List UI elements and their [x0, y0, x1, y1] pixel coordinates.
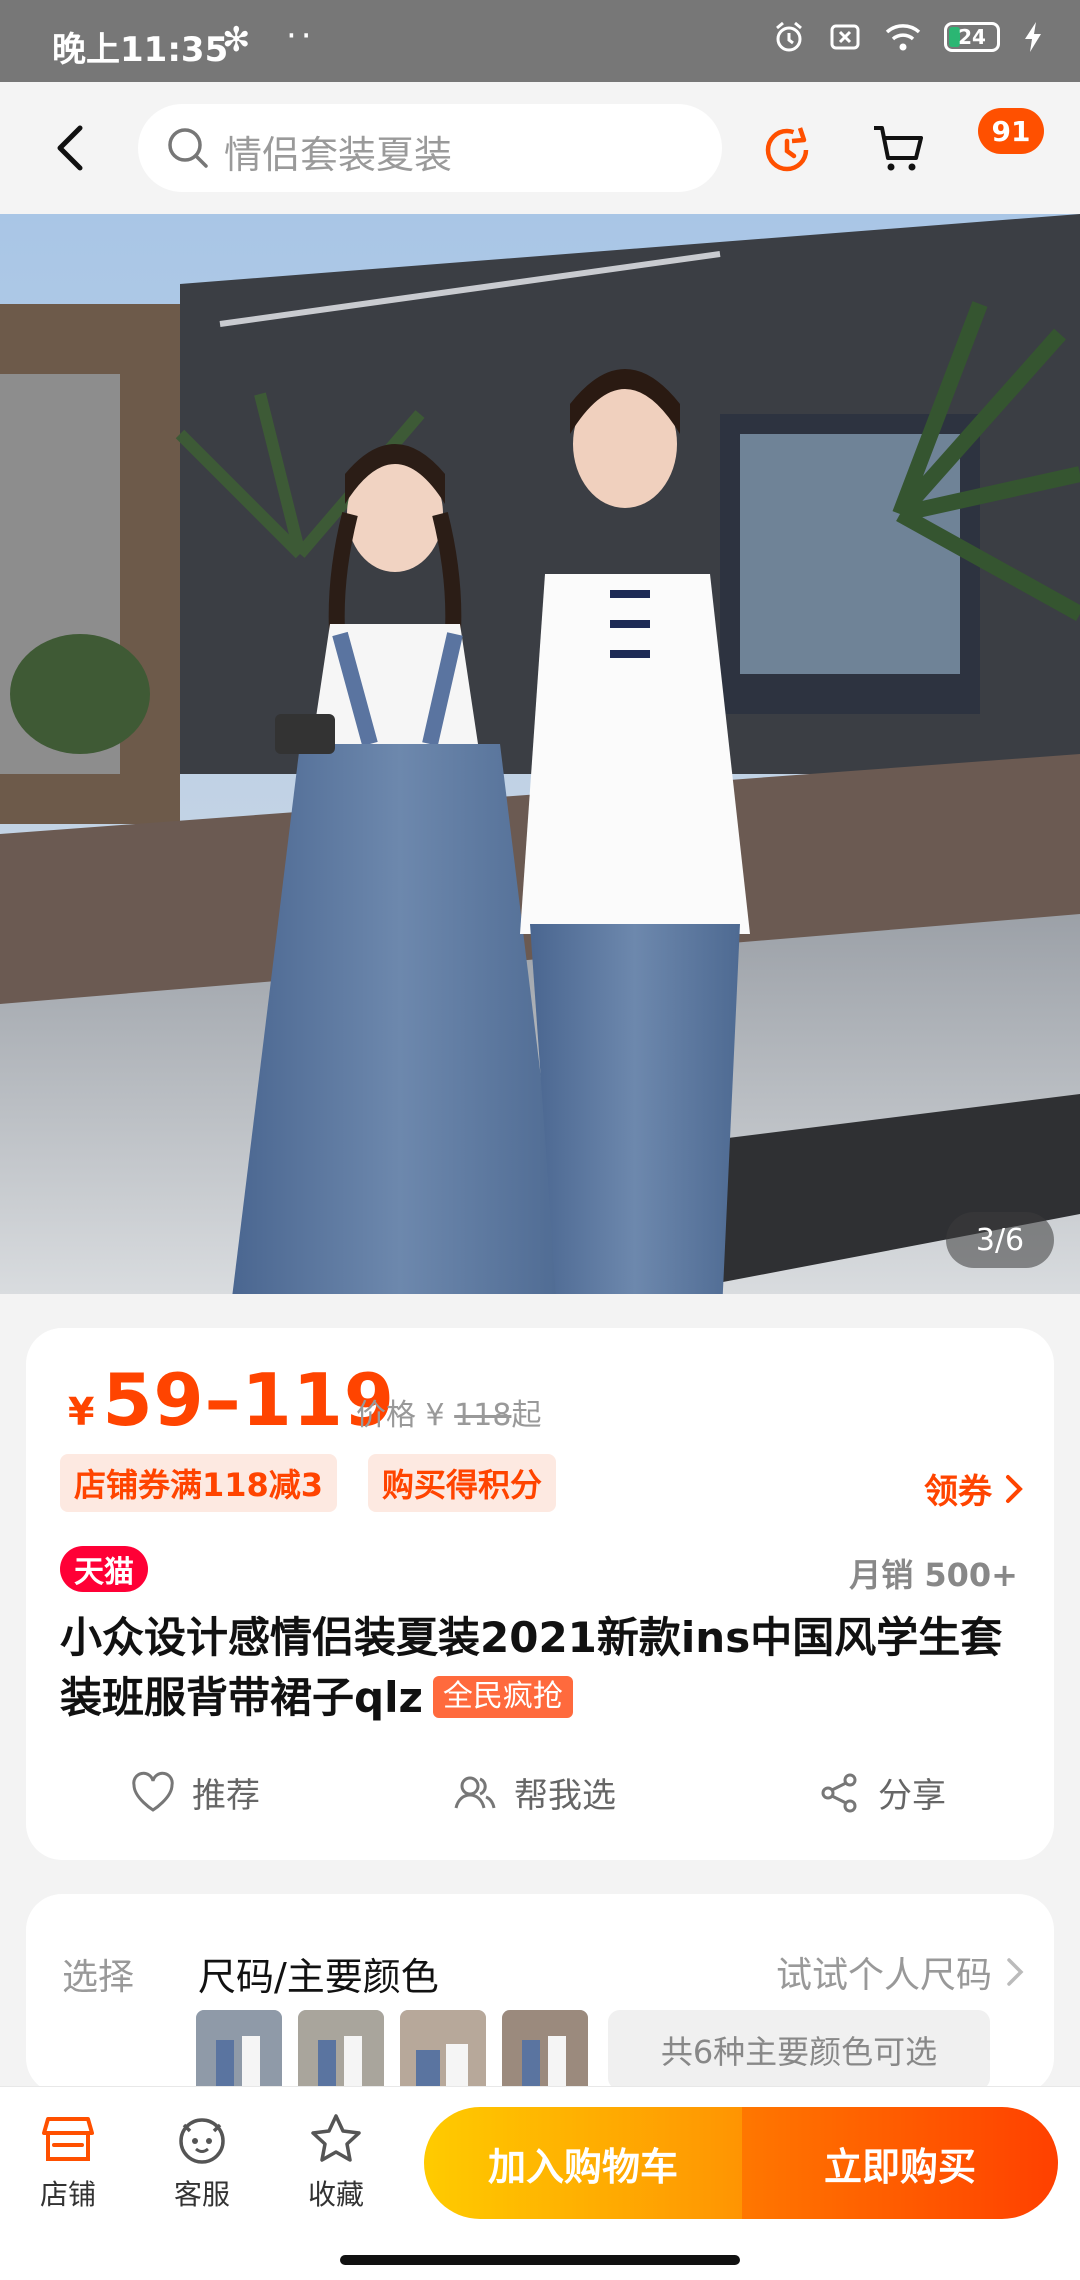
search-placeholder: 情侣套装夏装 — [224, 133, 453, 177]
tmall-badge: 天猫 — [60, 1546, 148, 1592]
shopping-cart-icon[interactable] — [870, 120, 926, 176]
favorite-button[interactable]: 收藏 — [286, 2111, 386, 2213]
sim-off-icon — [830, 24, 860, 50]
more-notifications-icon: ·· — [286, 16, 316, 56]
image-pager: 3/6 — [946, 1212, 1054, 1268]
store-button[interactable]: 店铺 — [18, 2111, 118, 2213]
claim-coupon-link[interactable]: 领券 — [924, 1464, 1024, 1513]
status-bar: 晚上11:35 ✻ ·· 24 — [0, 0, 1080, 82]
color-thumbnail[interactable] — [298, 2010, 384, 2094]
store-icon — [42, 2117, 94, 2161]
sku-select-card[interactable]: 选择 尺码/主要颜色 试试个人尺码 共6种主要颜色可选 — [26, 1894, 1054, 2094]
bottom-action-bar: 店铺 客服 收藏 加入购物车 立即购买 — [0, 2086, 1080, 2280]
search-bar[interactable]: 情侣套装夏装 — [138, 104, 722, 192]
add-to-cart-button[interactable]: 加入购物车 — [424, 2107, 742, 2219]
monthly-sales: 月销 500+ — [849, 1556, 1018, 1594]
select-value: 尺码/主要颜色 — [198, 1955, 439, 1999]
charging-icon — [1025, 22, 1041, 52]
original-price-label: 价格 ¥ — [356, 1398, 455, 1433]
people-icon — [454, 1776, 496, 1808]
status-time: 晚上11:35 — [52, 30, 229, 70]
top-header: 情侣套装夏装 91 — [0, 82, 1080, 214]
points-tag[interactable]: 购买得积分 — [368, 1454, 557, 1512]
alarm-icon — [776, 21, 802, 52]
back-arrow-icon[interactable] — [50, 120, 94, 176]
try-size-label: 试试个人尺码 — [775, 1955, 992, 1996]
buy-now-button[interactable]: 立即购买 — [742, 2107, 1058, 2219]
color-thumbnails — [196, 2010, 588, 2094]
chevron-right-icon — [1007, 1958, 1024, 1986]
help-choose-button[interactable]: 帮我选 — [452, 1768, 616, 1817]
original-price-value: 118 — [454, 1398, 512, 1433]
battery-icon: 24 — [944, 22, 1000, 52]
product-photo — [0, 214, 1080, 1294]
heart-icon — [132, 1771, 174, 1812]
cart-count-badge[interactable]: 91 — [978, 108, 1044, 154]
price-currency: ¥ — [68, 1390, 95, 1434]
price-value: 59–119 — [102, 1358, 395, 1442]
recent-views-icon[interactable] — [760, 122, 814, 176]
original-price: 价格 ¥ 118起 — [356, 1390, 541, 1434]
battery-level: 24 — [958, 25, 986, 49]
hot-sale-tag: 全民疯抢 — [432, 1676, 573, 1718]
store-coupon-tag[interactable]: 店铺券满118减3 — [60, 1454, 338, 1512]
share-button[interactable]: 分享 — [816, 1768, 946, 1817]
try-size-link[interactable]: 试试个人尺码 — [776, 1946, 1024, 1998]
help-choose-label: 帮我选 — [514, 1776, 616, 1816]
home-indicator[interactable] — [340, 2255, 740, 2265]
more-colors-button[interactable]: 共6种主要颜色可选 — [608, 2010, 990, 2090]
star-icon — [311, 2114, 361, 2162]
customer-service-button[interactable]: 客服 — [152, 2111, 252, 2213]
chevron-right-icon — [1006, 1474, 1023, 1503]
share-label: 分享 — [878, 1776, 946, 1816]
claim-coupon-label: 领券 — [924, 1472, 992, 1512]
product-info-card: ¥ 59–119 价格 ¥ 118起 店铺券满118减3 购买得积分 领券 天猫… — [26, 1328, 1054, 1860]
thumbnail-image — [502, 2010, 588, 2094]
thumbnail-image — [298, 2010, 384, 2094]
wifi-icon — [885, 24, 921, 51]
product-image-gallery[interactable]: 3/6 — [0, 214, 1080, 1294]
service-label: 客服 — [173, 2178, 230, 2211]
color-thumbnail[interactable] — [502, 2010, 588, 2094]
select-label: 选择 — [62, 1957, 135, 1998]
color-thumbnail[interactable] — [196, 2010, 282, 2094]
recommend-button[interactable]: 推荐 — [130, 1768, 260, 1817]
color-thumbnail[interactable] — [400, 2010, 486, 2094]
thumbnail-image — [196, 2010, 282, 2094]
favorite-label: 收藏 — [307, 2178, 364, 2211]
original-price-suffix: 起 — [511, 1398, 542, 1433]
recommend-label: 推荐 — [192, 1776, 260, 1816]
product-title: 小众设计感情侣装夏装2021新款ins中国风学生套装班服背带裙子qlz 全民疯抢 — [60, 1608, 1030, 1728]
search-icon — [168, 128, 208, 168]
bluetooth-icon: ✻ — [222, 20, 251, 60]
status-icons: 24 — [772, 20, 1044, 54]
share-icon — [821, 1773, 857, 1812]
store-label: 店铺 — [39, 2178, 96, 2211]
price-range: ¥ 59–119 — [68, 1358, 395, 1442]
service-icon — [179, 2118, 225, 2164]
thumbnail-image — [400, 2010, 486, 2094]
